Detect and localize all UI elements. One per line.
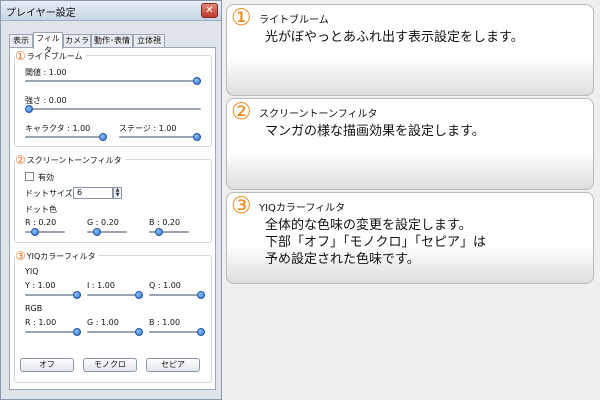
- dot-b-slider[interactable]: [149, 228, 189, 236]
- section-number: ①: [15, 49, 26, 63]
- slider-thumb[interactable]: [31, 228, 40, 236]
- card-title: スクリーントーンフィルタ: [259, 109, 378, 120]
- slider-thumb[interactable]: [73, 328, 81, 336]
- yiq-q-slider[interactable]: [149, 291, 205, 299]
- player-settings-dialog: プレイヤー設定 ✕ 表示 フィルタ カメラ 動作･表情 立体視 ①ライトブルーム…: [0, 0, 222, 400]
- close-icon: ✕: [205, 5, 214, 16]
- filter-tab-panel: ①ライトブルーム 閾値 : 1.00 強さ : 0.00 キャラクタ : 1.0…: [9, 47, 216, 390]
- window-title: プレイヤー設定: [6, 8, 76, 19]
- screentone-enabled-checkbox[interactable]: [25, 172, 34, 181]
- yiq-q-label: Q : 1.00: [149, 281, 181, 290]
- card-description-line: 下部「オフ」「モノクロ」「セピア」は: [265, 235, 487, 250]
- tab-filter[interactable]: フィルタ: [33, 32, 63, 55]
- character-slider[interactable]: [25, 133, 107, 141]
- spin-down-icon[interactable]: ▼: [114, 193, 121, 198]
- slider-thumb[interactable]: [99, 133, 107, 141]
- threshold-slider[interactable]: [25, 77, 201, 85]
- screentone-legend: ②スクリーントーンフィルタ: [15, 153, 125, 167]
- slider-thumb[interactable]: [93, 228, 102, 236]
- slider-thumb[interactable]: [197, 291, 205, 299]
- dot-color-label: ドット色: [25, 205, 57, 214]
- slider-track: [25, 108, 201, 110]
- tab-stereoscopic[interactable]: 立体視: [133, 34, 165, 48]
- card-description: 光がぼやっとあふれ出す表示設定をします。: [265, 29, 524, 46]
- rgb-r-label: R : 1.00: [25, 318, 57, 327]
- description-card-yiq: ③ YIQカラーフィルタ 全体的な色味の変更を設定します。 下部「オフ」「モノク…: [226, 192, 594, 284]
- slider-thumb[interactable]: [73, 291, 81, 299]
- card-description-line: 全体的な色味の変更を設定します。: [265, 218, 472, 233]
- card-number: ②: [231, 99, 252, 125]
- dot-size-spinner[interactable]: ▲ ▼: [113, 187, 122, 199]
- light-bloom-group: ①ライトブルーム 閾値 : 1.00 強さ : 0.00 キャラクタ : 1.0…: [14, 49, 212, 147]
- yiq-i-slider[interactable]: [87, 291, 143, 299]
- dot-g-label: G : 0.20: [87, 218, 119, 227]
- slider-thumb[interactable]: [25, 105, 33, 113]
- strength-slider[interactable]: [25, 105, 201, 113]
- slider-thumb[interactable]: [135, 291, 143, 299]
- card-number: ①: [231, 5, 252, 31]
- rgb-b-slider[interactable]: [149, 328, 205, 336]
- slider-track: [25, 80, 201, 82]
- rgb-sub-label: RGB: [25, 304, 43, 313]
- description-card-screentone: ② スクリーントーンフィルタ マンガの様な描画効果を設定します。: [226, 98, 594, 190]
- tab-display[interactable]: 表示: [9, 34, 33, 48]
- yiq-sub-label: YIQ: [25, 267, 39, 276]
- screentone-enabled-label: 有効: [38, 173, 54, 182]
- preset-sepia-button[interactable]: セピア: [146, 358, 200, 372]
- preset-off-button[interactable]: オフ: [20, 358, 74, 372]
- description-card-light-bloom: ① ライトブルーム 光がぼやっとあふれ出す表示設定をします。: [226, 4, 594, 96]
- card-title: ライトブルーム: [259, 15, 329, 26]
- section-number: ②: [15, 153, 26, 167]
- light-bloom-title: ライトブルーム: [26, 52, 83, 61]
- slider-thumb[interactable]: [193, 133, 201, 141]
- yiq-y-label: Y : 1.00: [25, 281, 56, 290]
- slider-track: [119, 136, 201, 138]
- dot-size-input[interactable]: 6: [73, 187, 113, 199]
- card-title: YIQカラーフィルタ: [259, 203, 346, 214]
- rgb-g-label: G : 1.00: [87, 318, 119, 327]
- yiq-legend: ③YIQカラーフィルタ: [15, 249, 99, 263]
- dot-g-slider[interactable]: [87, 228, 127, 236]
- slider-thumb[interactable]: [197, 328, 205, 336]
- section-number: ③: [15, 249, 26, 263]
- yiq-title: YIQカラーフィルタ: [26, 252, 96, 261]
- card-number: ③: [231, 193, 252, 219]
- yiq-y-slider[interactable]: [25, 291, 81, 299]
- card-description: マンガの様な描画効果を設定します。: [265, 123, 485, 140]
- rgb-b-label: B : 1.00: [149, 318, 181, 327]
- tab-camera[interactable]: カメラ: [63, 34, 91, 48]
- tab-motion-expression[interactable]: 動作･表情: [91, 34, 133, 48]
- screentone-title: スクリーントーンフィルタ: [26, 156, 122, 165]
- stage-slider[interactable]: [119, 133, 201, 141]
- dot-b-label: B : 0.20: [149, 218, 181, 227]
- close-button[interactable]: ✕: [201, 3, 218, 18]
- slider-thumb[interactable]: [155, 228, 164, 236]
- dot-r-slider[interactable]: [25, 228, 65, 236]
- card-description-line: 光がぼやっとあふれ出す表示設定をします。: [265, 30, 524, 45]
- yiq-i-label: I : 1.00: [87, 281, 115, 290]
- dot-r-label: R : 0.20: [25, 218, 57, 227]
- card-description-line: マンガの様な描画効果を設定します。: [265, 124, 485, 139]
- card-description: 全体的な色味の変更を設定します。 下部「オフ」「モノクロ」「セピア」は 予め設定…: [265, 217, 486, 268]
- slider-track: [25, 136, 107, 138]
- slider-thumb[interactable]: [135, 328, 143, 336]
- preset-monochrome-button[interactable]: モノクロ: [83, 358, 137, 372]
- dot-size-label: ドットサイズ: [25, 189, 73, 198]
- rgb-r-slider[interactable]: [25, 328, 81, 336]
- rgb-g-slider[interactable]: [87, 328, 143, 336]
- card-description-line: 予め設定された色味です。: [265, 252, 420, 267]
- slider-thumb[interactable]: [193, 77, 201, 85]
- title-bar[interactable]: プレイヤー設定 ✕: [1, 1, 221, 21]
- screentone-group: ②スクリーントーンフィルタ 有効 ドットサイズ 6 ▲ ▼ ドット色 R : 0.…: [14, 153, 212, 243]
